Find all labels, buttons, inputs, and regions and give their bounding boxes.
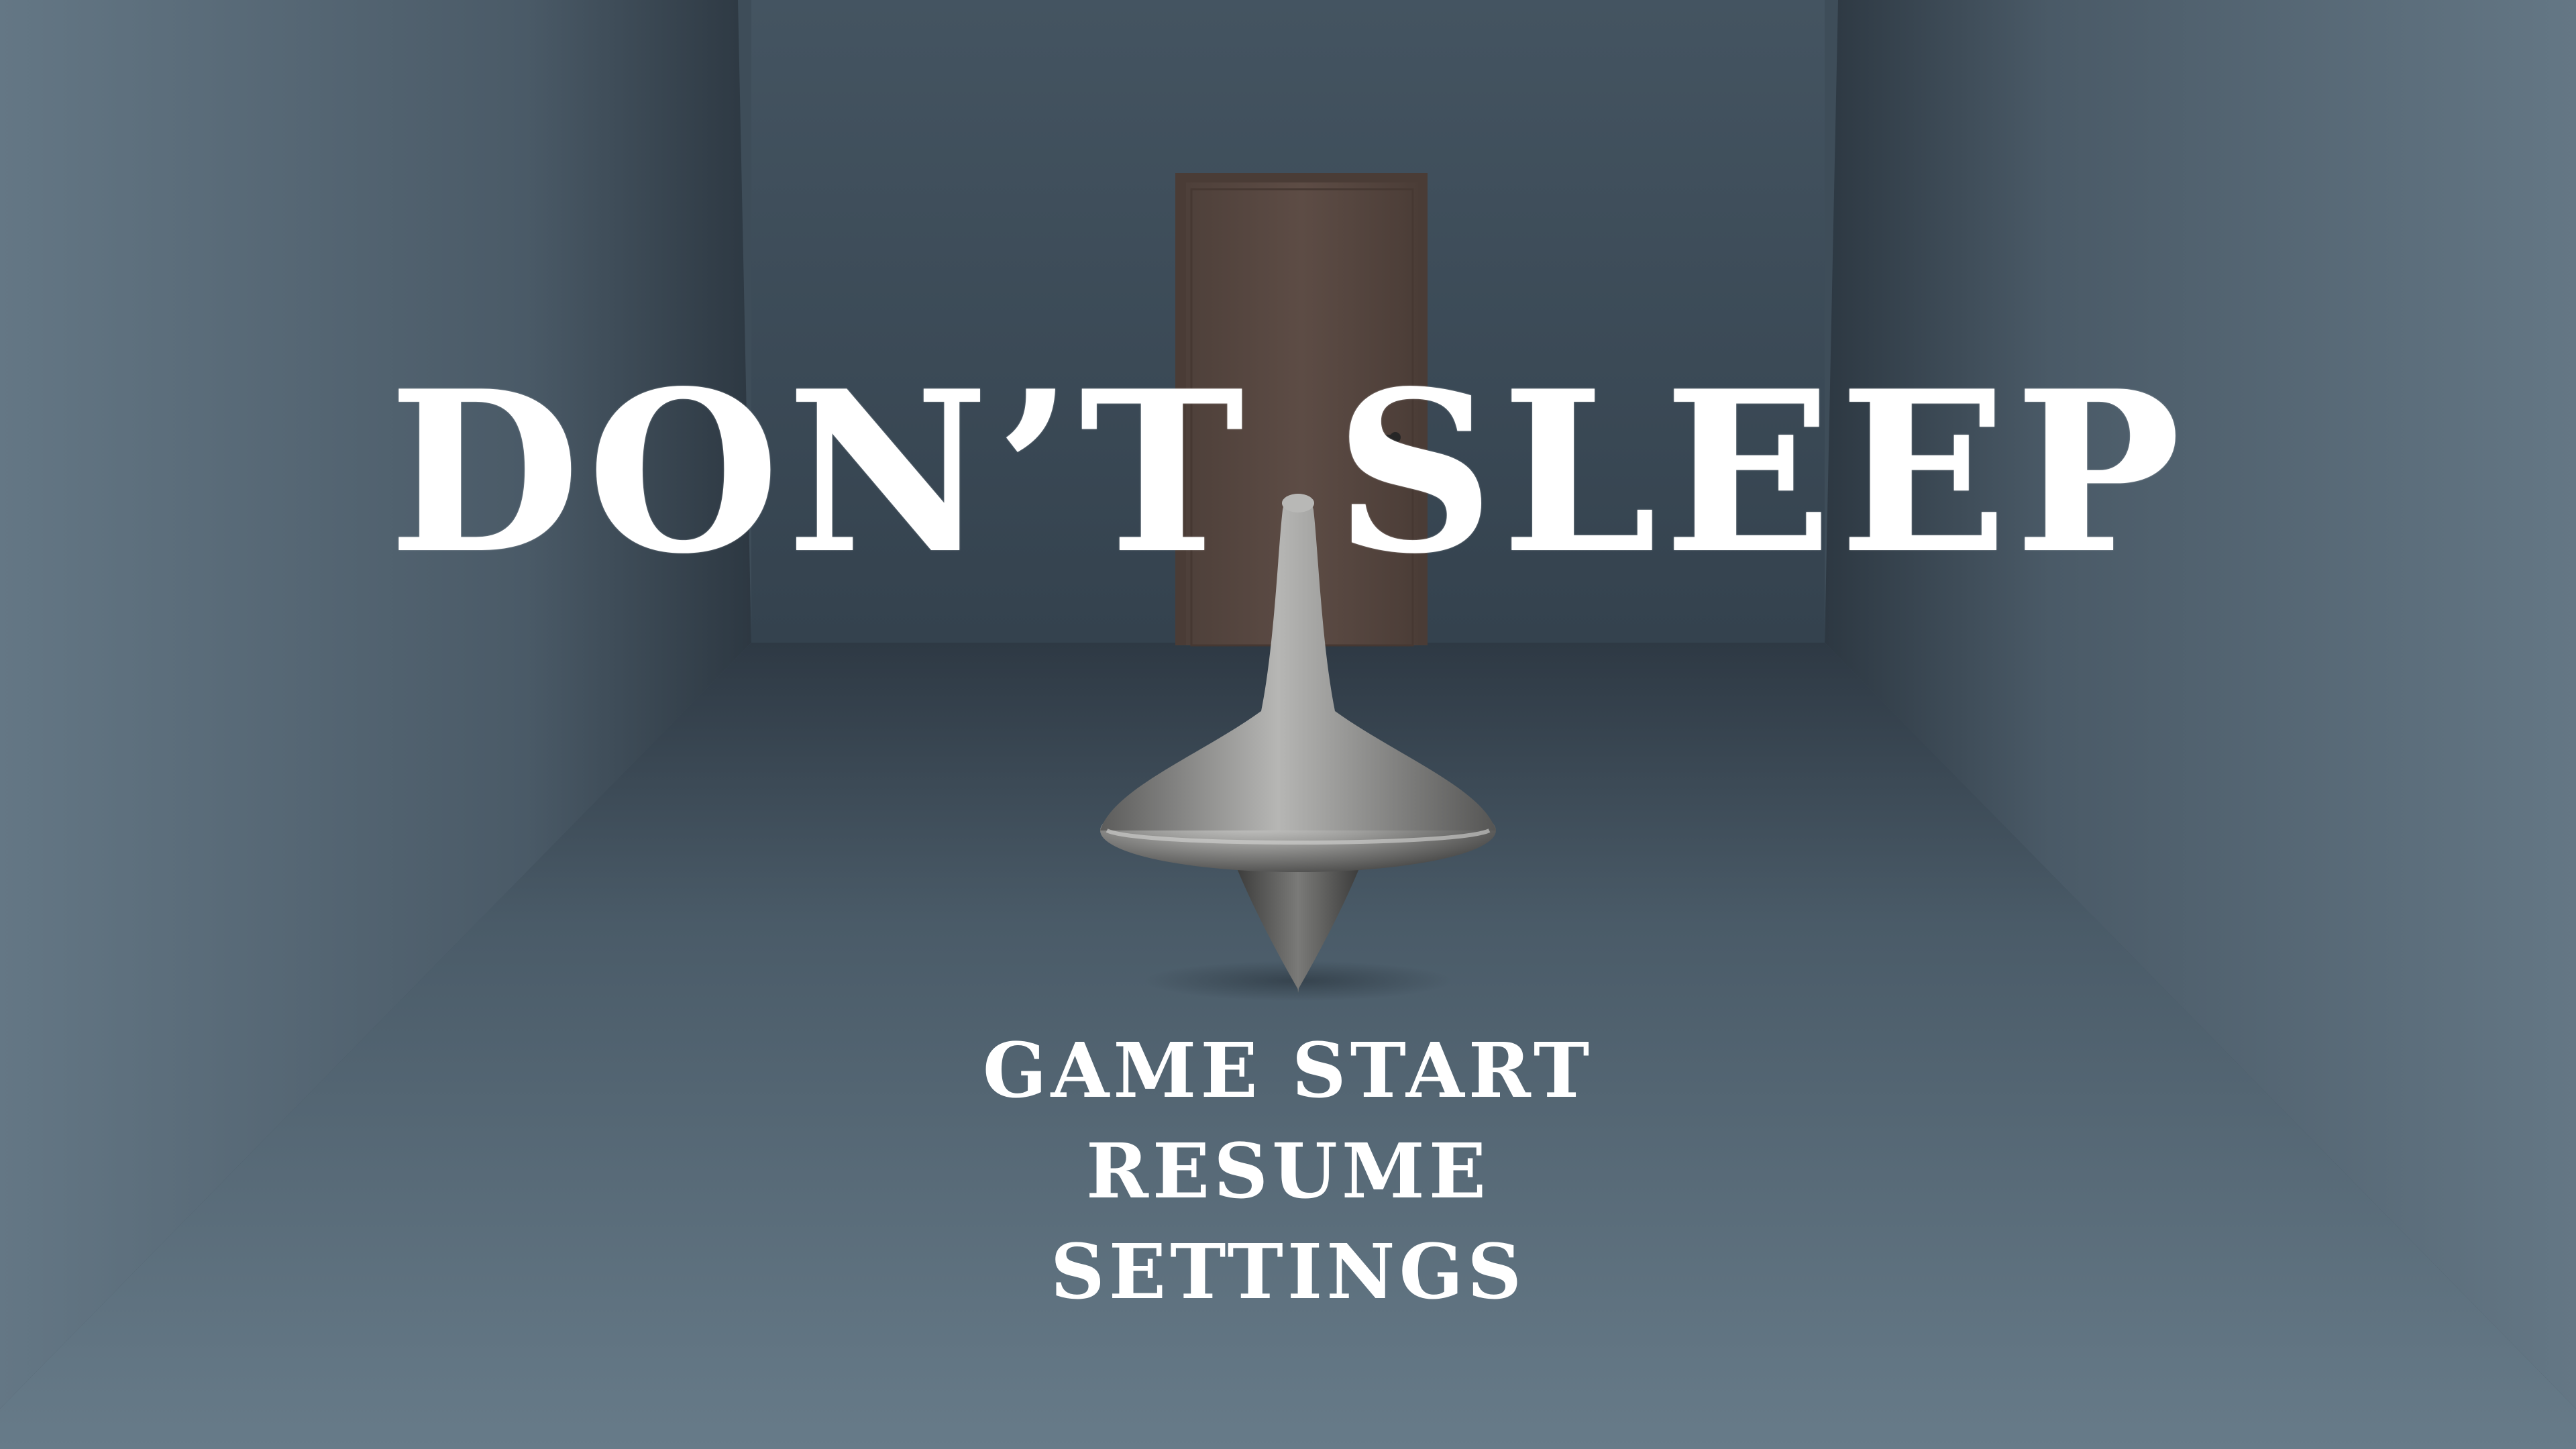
menu-game-start-button[interactable]: GAME START (983, 1021, 1593, 1122)
main-menu: GAME START RESUME SETTINGS (0, 1021, 2576, 1323)
game-title: DON’T SLEEP (388, 342, 2188, 603)
menu-resume-button[interactable]: RESUME (1086, 1122, 1490, 1222)
menu-settings-button[interactable]: SETTINGS (1051, 1222, 1525, 1323)
